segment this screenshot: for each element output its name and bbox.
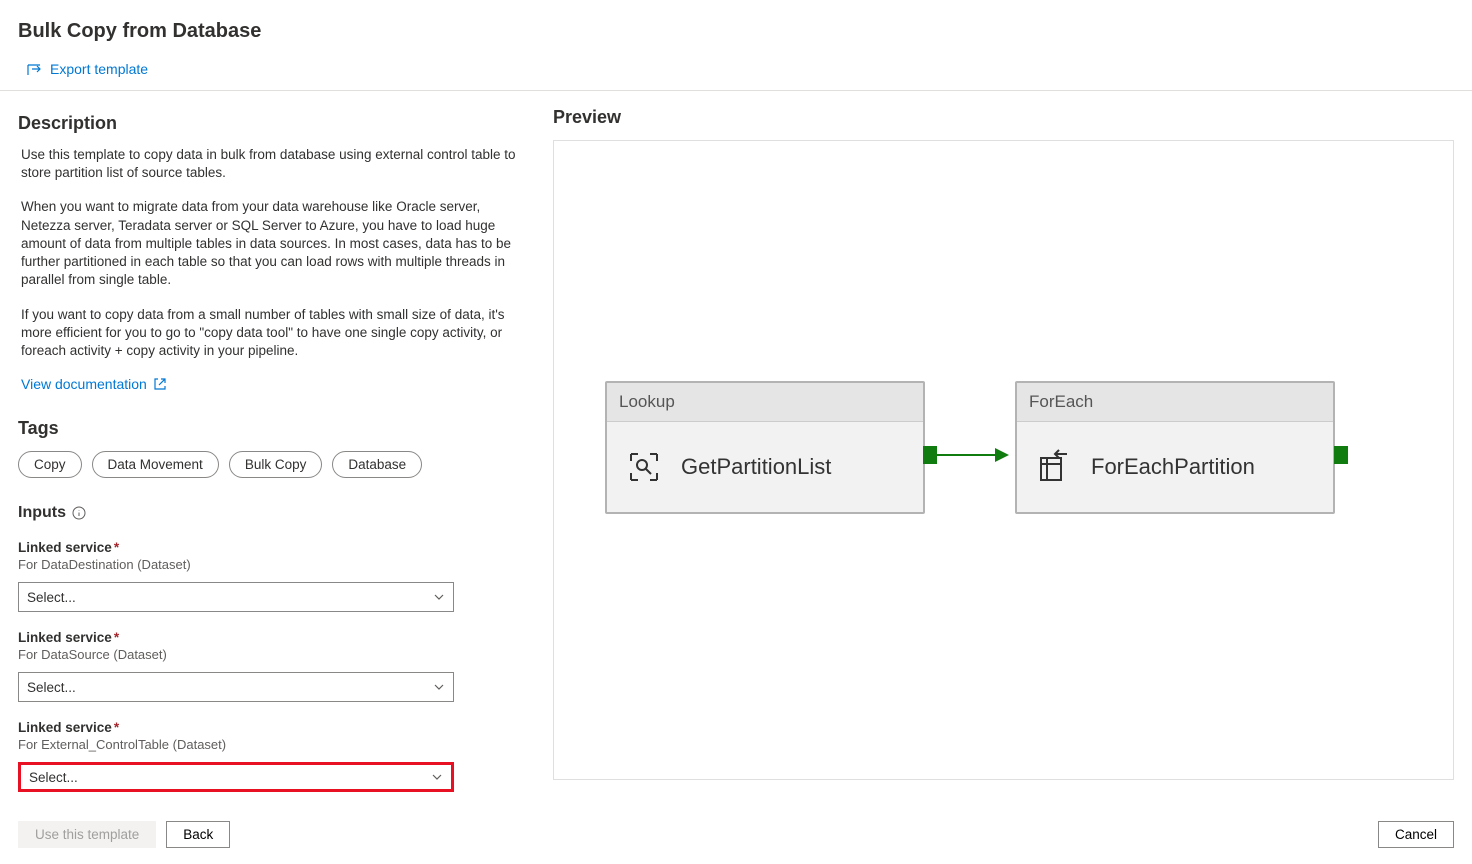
description-heading: Description	[18, 113, 533, 134]
back-button[interactable]: Back	[166, 821, 230, 848]
export-template-link[interactable]: Export template	[26, 61, 148, 77]
input-sublabel-1: For DataDestination (Dataset)	[18, 557, 533, 572]
linked-service-select-2[interactable]: Select...	[18, 672, 454, 702]
activity-foreach-name: ForEachPartition	[1091, 454, 1255, 480]
page-title: Bulk Copy from Database	[18, 20, 1454, 43]
activity-lookup-type: Lookup	[607, 383, 923, 422]
tag-data-movement: Data Movement	[92, 451, 219, 478]
input-sublabel-2: For DataSource (Dataset)	[18, 647, 533, 662]
activity-lookup-name: GetPartitionList	[681, 454, 831, 480]
chevron-down-icon	[431, 771, 443, 783]
connector-start	[923, 446, 937, 464]
cancel-button[interactable]: Cancel	[1378, 821, 1454, 848]
preview-canvas: Lookup GetPartitionList For	[553, 140, 1454, 780]
tag-database: Database	[332, 451, 422, 478]
tags-heading: Tags	[18, 418, 533, 439]
linked-service-select-3[interactable]: Select...	[18, 762, 454, 792]
activity-foreach-type: ForEach	[1017, 383, 1333, 422]
input-label-2: Linked service*	[18, 630, 533, 645]
description-para3: If you want to copy data from a small nu…	[18, 306, 533, 361]
view-documentation-label: View documentation	[21, 376, 147, 392]
tag-bulk-copy: Bulk Copy	[229, 451, 323, 478]
connector-end	[1334, 446, 1348, 464]
connector-arrow-icon	[995, 448, 1009, 462]
foreach-icon	[1035, 448, 1073, 486]
export-icon	[26, 61, 42, 77]
input-label-3: Linked service*	[18, 720, 533, 735]
external-link-icon	[153, 377, 167, 391]
info-icon	[72, 506, 86, 520]
tag-copy: Copy	[18, 451, 82, 478]
connector-line	[937, 454, 1000, 456]
use-template-button: Use this template	[18, 821, 156, 848]
inputs-heading: Inputs	[18, 504, 86, 522]
activity-lookup[interactable]: Lookup GetPartitionList	[605, 381, 925, 514]
export-template-label: Export template	[50, 61, 148, 77]
chevron-down-icon	[433, 681, 445, 693]
description-para2: When you want to migrate data from your …	[18, 198, 533, 289]
view-documentation-link[interactable]: View documentation	[18, 376, 167, 392]
lookup-icon	[625, 448, 663, 486]
input-label-1: Linked service*	[18, 540, 533, 555]
activity-foreach[interactable]: ForEach ForEachPartition	[1015, 381, 1335, 514]
chevron-down-icon	[433, 591, 445, 603]
linked-service-select-1[interactable]: Select...	[18, 582, 454, 612]
description-para1: Use this template to copy data in bulk f…	[18, 146, 533, 182]
input-sublabel-3: For External_ControlTable (Dataset)	[18, 737, 533, 752]
preview-heading: Preview	[553, 107, 1454, 128]
